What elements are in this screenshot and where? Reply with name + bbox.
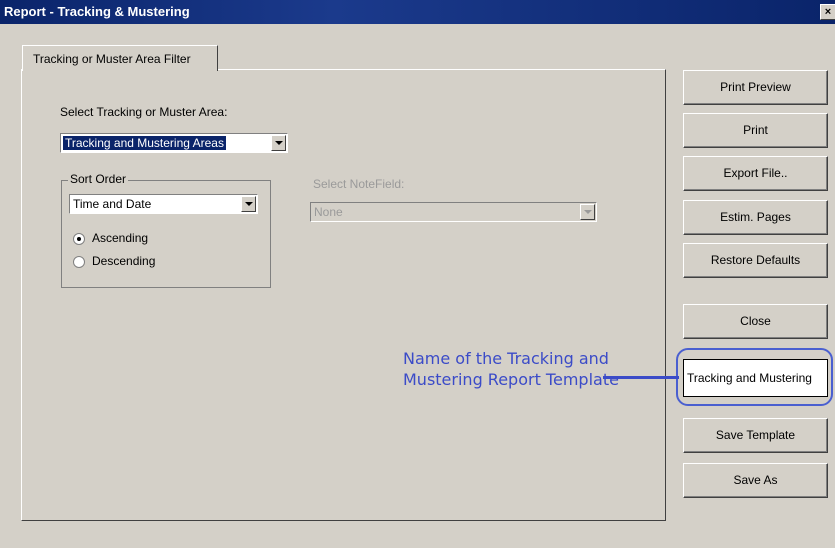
tab-label: Tracking or Muster Area Filter [33, 52, 191, 66]
window-title: Report - Tracking & Mustering [4, 4, 190, 19]
annotation-text: Name of the Tracking and Mustering Repor… [403, 349, 619, 389]
print-preview-button[interactable]: Print Preview [683, 70, 828, 105]
sort-select-value: Time and Date [73, 197, 152, 211]
tab-tracking-filter[interactable]: Tracking or Muster Area Filter [22, 45, 218, 71]
area-select[interactable]: Tracking and Mustering Areas [60, 133, 288, 153]
title-bar: Report - Tracking & Mustering × [0, 0, 835, 24]
chevron-down-icon[interactable] [271, 135, 286, 151]
area-label: Select Tracking or Muster Area: [60, 105, 228, 119]
notefield-select[interactable]: None [310, 202, 597, 222]
template-name-value: Tracking and Mustering [687, 371, 812, 385]
descending-radio[interactable] [73, 256, 85, 268]
area-select-value: Tracking and Mustering Areas [63, 136, 226, 150]
export-file-button[interactable]: Export File.. [683, 156, 828, 191]
notefield-label: Select NoteField: [313, 177, 405, 191]
report-window: Report - Tracking & Mustering × Tracking… [0, 0, 835, 548]
template-name-field[interactable]: Tracking and Mustering [683, 359, 828, 397]
sort-order-title: Sort Order [68, 172, 129, 186]
ascending-radio[interactable] [73, 233, 85, 245]
notefield-select-value: None [314, 205, 343, 219]
save-as-button[interactable]: Save As [683, 463, 828, 498]
annotation-connector [603, 376, 679, 379]
save-template-button[interactable]: Save Template [683, 418, 828, 453]
close-window-button[interactable]: × [820, 4, 835, 20]
restore-defaults-button[interactable]: Restore Defaults [683, 243, 828, 278]
sort-select[interactable]: Time and Date [69, 194, 258, 214]
estim-pages-button[interactable]: Estim. Pages [683, 200, 828, 235]
ascending-label: Ascending [92, 231, 149, 245]
close-button[interactable]: Close [683, 304, 828, 339]
chevron-down-icon[interactable] [241, 196, 256, 212]
chevron-down-icon[interactable] [580, 204, 595, 220]
descending-label: Descending [92, 254, 156, 268]
print-button[interactable]: Print [683, 113, 828, 148]
